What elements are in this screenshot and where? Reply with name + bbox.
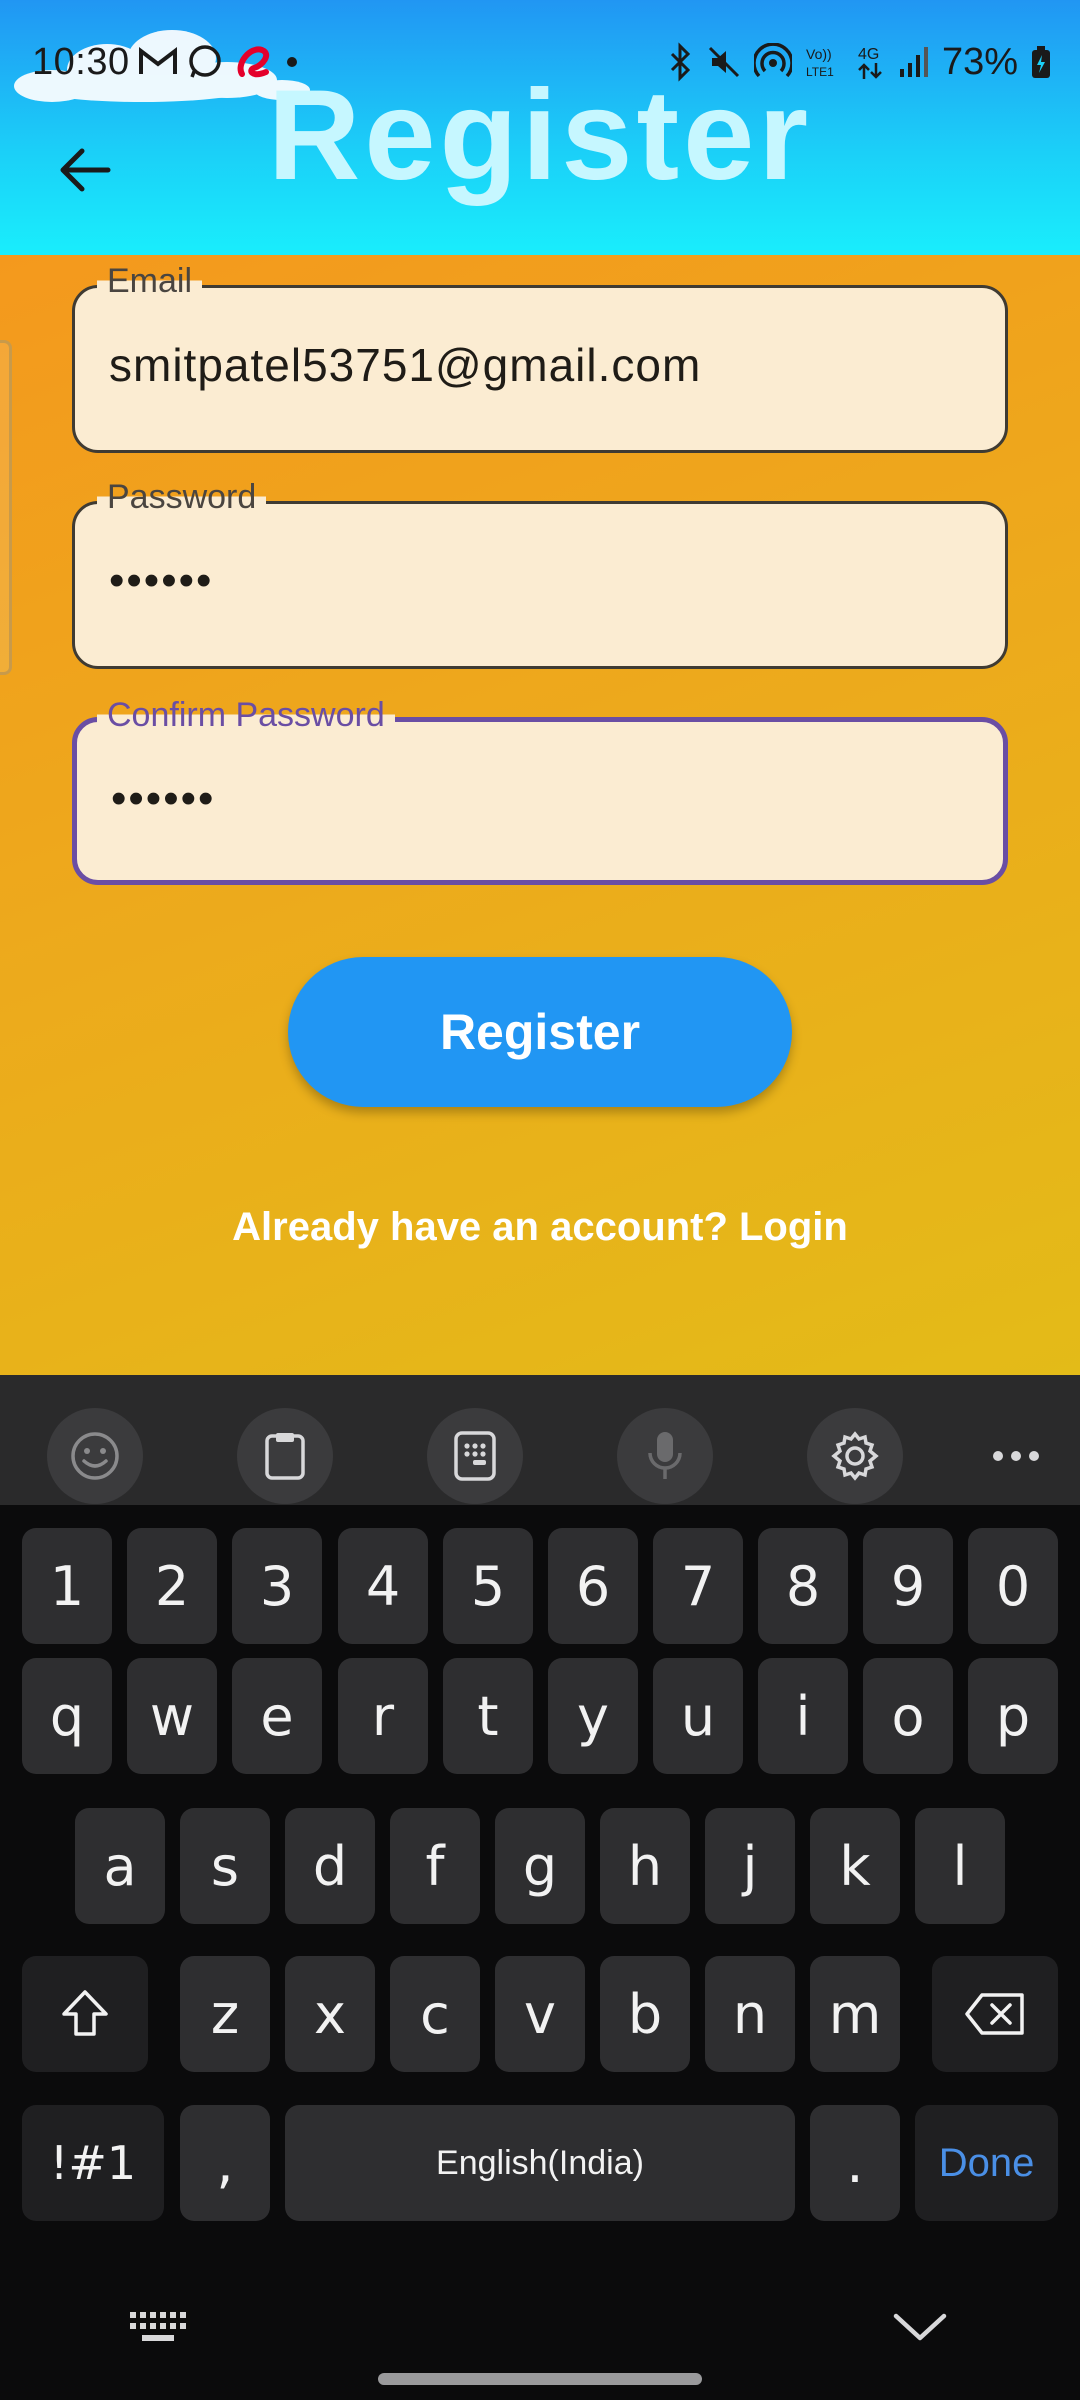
settings-icon [831,1431,879,1481]
key-t[interactable]: t [443,1658,533,1774]
key-d[interactable]: d [285,1808,375,1924]
password-label: Password [97,478,267,517]
keyboard-settings-button[interactable] [807,1408,903,1504]
key-5[interactable]: 5 [443,1528,533,1644]
key-v[interactable]: v [495,1956,585,2072]
key-8[interactable]: 8 [758,1528,848,1644]
chevron-down-icon[interactable] [892,2310,948,2344]
svg-text:Vo)): Vo)) [806,46,832,62]
key-r[interactable]: r [338,1658,428,1774]
register-button[interactable]: Register [288,957,792,1107]
login-link[interactable]: Already have an account? Login [0,1205,1080,1250]
key-e[interactable]: e [232,1658,322,1774]
key-m[interactable]: m [810,1956,900,2072]
key-f[interactable]: f [390,1808,480,1924]
key-k[interactable]: k [810,1808,900,1924]
confirm-password-value: •••••• [111,774,216,823]
password-field[interactable]: Password •••••• [72,478,1008,669]
key-1[interactable]: 1 [22,1528,112,1644]
letter-row-3: z x c v b n m [0,1956,1080,2072]
key-6[interactable]: 6 [548,1528,638,1644]
key-i[interactable]: i [758,1658,848,1774]
more-button[interactable] [968,1408,1064,1504]
key-c[interactable]: c [390,1956,480,2072]
register-form: Email smitpatel53751@gmail.com Password … [0,255,1080,1375]
key-n[interactable]: n [705,1956,795,2072]
key-7[interactable]: 7 [653,1528,743,1644]
space-bar[interactable]: English(India) [285,2105,795,2221]
key-u[interactable]: u [653,1658,743,1774]
keyboard-switch-icon[interactable] [128,2310,188,2344]
home-indicator[interactable] [378,2373,702,2385]
navigation-bar [0,2250,1080,2400]
letter-row-2: a s d f g h j k l [0,1808,1080,1924]
shift-icon [62,1990,108,2036]
confirm-password-field[interactable]: Confirm Password •••••• [72,696,1008,885]
emoji-icon [71,1432,119,1480]
voice-input-button[interactable] [617,1408,713,1504]
password-value: •••••• [109,556,214,605]
app-bar: 10:30 Vo)) LTE1 4G 73% Register [0,0,1080,255]
key-2[interactable]: 2 [127,1528,217,1644]
key-b[interactable]: b [600,1956,690,2072]
comma-key[interactable]: , [180,2105,270,2221]
done-key[interactable]: Done [915,2105,1058,2221]
microphone-icon [648,1432,682,1479]
symbols-key[interactable]: !#1 [22,2105,164,2221]
keyboard-toolbar [0,1375,1080,1505]
key-q[interactable]: q [22,1658,112,1774]
key-y[interactable]: y [548,1658,638,1774]
key-0[interactable]: 0 [968,1528,1058,1644]
back-button[interactable] [50,140,120,200]
page-title: Register [267,64,813,207]
side-drawer-handle[interactable] [0,340,12,675]
arrow-left-icon [60,148,111,192]
screen: 10:30 Vo)) LTE1 4G 73% Register Email sm… [0,0,1080,2400]
email-label: Email [97,262,203,301]
letter-row-1: q w e r t y u i o p [0,1658,1080,1774]
key-g[interactable]: g [495,1808,585,1924]
keypad-icon [454,1431,496,1481]
key-a[interactable]: a [75,1808,165,1924]
emoji-button[interactable] [47,1408,143,1504]
key-9[interactable]: 9 [863,1528,953,1644]
key-p[interactable]: p [968,1658,1058,1774]
period-key[interactable]: . [810,2105,900,2221]
key-z[interactable]: z [180,1956,270,2072]
clipboard-icon [265,1433,305,1480]
confirm-password-label: Confirm Password [97,696,395,735]
key-4[interactable]: 4 [338,1528,428,1644]
shift-key[interactable] [22,1956,148,2072]
key-j[interactable]: j [705,1808,795,1924]
key-x[interactable]: x [285,1956,375,2072]
keypad-button[interactable] [427,1408,523,1504]
backspace-key[interactable] [932,1956,1058,2072]
email-field[interactable]: Email smitpatel53751@gmail.com [72,262,1008,453]
key-w[interactable]: w [127,1658,217,1774]
key-3[interactable]: 3 [232,1528,322,1644]
clipboard-button[interactable] [237,1408,333,1504]
key-h[interactable]: h [600,1808,690,1924]
number-row: 1 2 3 4 5 6 7 8 9 0 [0,1528,1080,1644]
key-o[interactable]: o [863,1658,953,1774]
email-value: smitpatel53751@gmail.com [109,339,702,391]
soft-keyboard: 1 2 3 4 5 6 7 8 9 0 q w e r t y u i o p … [0,1505,1080,2250]
key-l[interactable]: l [915,1808,1005,1924]
backspace-icon [965,1993,1024,2035]
more-icon [993,1451,1039,1461]
network-type-text: 4G [858,46,879,63]
key-s[interactable]: s [180,1808,270,1924]
bottom-row: !#1 , English(India) . Done [0,2105,1080,2221]
